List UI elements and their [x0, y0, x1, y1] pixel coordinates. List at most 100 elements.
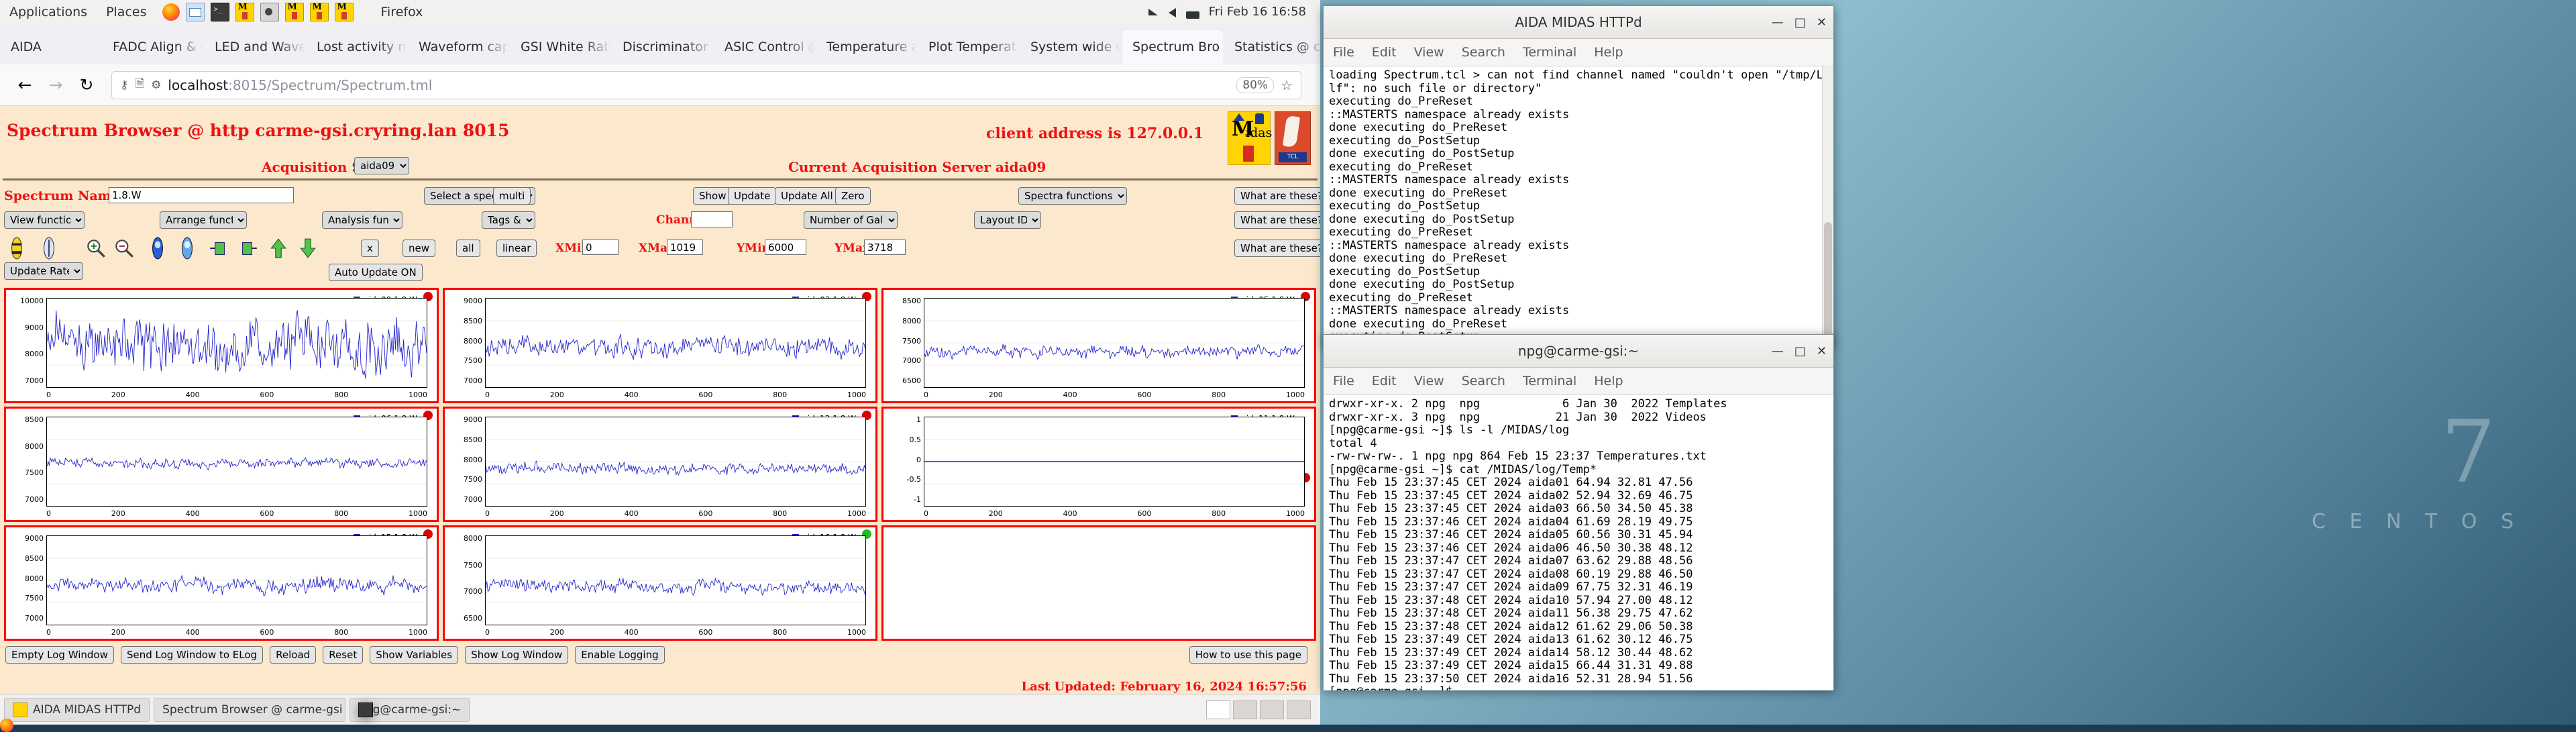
- number-of-galleries-dropdown[interactable]: Number of Galleries: [804, 211, 898, 229]
- xmax-input[interactable]: [667, 240, 703, 255]
- power-icon[interactable]: [1186, 11, 1199, 19]
- address-bar[interactable]: ⚷ 🗎 ⚙ localhost:8015/Spectrum/Spectrum.t…: [111, 71, 1301, 99]
- arrange-functions-dropdown[interactable]: Arrange functions: [160, 211, 247, 229]
- zoom-in-icon[interactable]: [85, 237, 107, 260]
- what-are-these-button-1[interactable]: What are these?: [1234, 187, 1320, 205]
- send-log-to-elog-button[interactable]: Send Log Window to ELog: [121, 646, 263, 664]
- menu-search[interactable]: Search: [1462, 45, 1505, 60]
- plot-cell-aida13[interactable]: aida13 1.8.W 9000 8500 8000 7500 7000 0 …: [443, 407, 877, 522]
- reset-button[interactable]: Reset: [323, 646, 363, 664]
- plot-canvas[interactable]: [46, 417, 427, 507]
- tab-spectrum-browser[interactable]: Spectrum Bro ×: [1122, 30, 1224, 64]
- plot-cell-aida06[interactable]: aida06 1.8.W 8500 8000 7500 7000 0 200 4…: [4, 407, 439, 522]
- what-are-these-button-2[interactable]: What are these?: [1234, 211, 1320, 229]
- terminal-titlebar[interactable]: AIDA MIDAS HTTPd — □ ✕: [1324, 6, 1833, 39]
- zoom-level-badge[interactable]: 80%: [1236, 77, 1274, 93]
- plot-canvas[interactable]: [924, 417, 1305, 507]
- minimize-icon[interactable]: —: [1772, 15, 1784, 30]
- analysis-functions-dropdown[interactable]: Analysis functions: [322, 211, 402, 229]
- spectra-functions-dropdown[interactable]: Spectra functions: [1018, 187, 1127, 205]
- files-icon[interactable]: [186, 3, 205, 21]
- taskbar-item-httpd[interactable]: AIDA MIDAS HTTPd: [4, 698, 150, 722]
- tab-discriminator[interactable]: Discriminator co: [612, 30, 714, 64]
- tab-led-waveform[interactable]: LED and Wavefo: [204, 30, 306, 64]
- menu-view[interactable]: View: [1414, 45, 1444, 60]
- view-functions-dropdown[interactable]: View functions: [4, 211, 85, 229]
- channel-input[interactable]: [691, 211, 733, 227]
- empty-log-window-button[interactable]: Empty Log Window: [5, 646, 114, 664]
- tab-plot-temperature[interactable]: Plot Temperatur: [918, 30, 1020, 64]
- minimize-icon[interactable]: —: [1772, 344, 1784, 358]
- plot-canvas[interactable]: [485, 417, 866, 507]
- close-icon[interactable]: ✕: [1817, 344, 1827, 358]
- plot-canvas[interactable]: [485, 535, 866, 625]
- focused-app-label[interactable]: Firefox: [371, 0, 432, 24]
- shift-left-icon[interactable]: [208, 237, 231, 260]
- tab-aida[interactable]: AIDA: [0, 30, 102, 64]
- midas-icon[interactable]: [285, 3, 304, 21]
- network-icon[interactable]: [1148, 6, 1161, 18]
- menu-view[interactable]: View: [1414, 374, 1444, 388]
- show-button[interactable]: Show: [693, 187, 732, 205]
- menu-search[interactable]: Search: [1462, 374, 1505, 388]
- menu-terminal[interactable]: Terminal: [1523, 45, 1576, 60]
- arrow-up-icon[interactable]: [267, 237, 290, 260]
- tab-statistics[interactable]: Statistics @ car: [1224, 30, 1326, 64]
- reload-icon[interactable]: ↻: [71, 70, 102, 101]
- maximize-icon[interactable]: □: [1794, 344, 1806, 358]
- shield-icon[interactable]: ⚷: [120, 79, 128, 92]
- menu-file[interactable]: File: [1333, 45, 1354, 60]
- workspace-4[interactable]: [1287, 700, 1311, 719]
- tab-lost-activity[interactable]: Lost activity mo: [306, 30, 408, 64]
- zero-button[interactable]: Zero: [835, 187, 871, 205]
- midas-icon[interactable]: [335, 3, 354, 21]
- terminal-icon[interactable]: [211, 3, 229, 21]
- tab-temperature[interactable]: Temperature an: [816, 30, 918, 64]
- workspace-2[interactable]: [1233, 700, 1257, 719]
- forward-icon[interactable]: →: [40, 70, 71, 101]
- menu-applications[interactable]: Applications: [0, 0, 97, 24]
- update-rate-dropdown[interactable]: Update Rate (4 secs): [4, 262, 83, 280]
- auto-update-button[interactable]: Auto Update ON: [329, 264, 423, 281]
- update-all-button[interactable]: Update All: [775, 187, 839, 205]
- menu-file[interactable]: File: [1333, 374, 1354, 388]
- what-are-these-button-3[interactable]: What are these?: [1234, 240, 1320, 257]
- firefox-icon[interactable]: [162, 3, 180, 21]
- menu-edit[interactable]: Edit: [1372, 374, 1397, 388]
- menu-terminal[interactable]: Terminal: [1523, 374, 1576, 388]
- zoom-out-icon[interactable]: [113, 237, 136, 260]
- plot-canvas[interactable]: [46, 535, 427, 625]
- reload-button[interactable]: Reload: [270, 646, 316, 664]
- volume-icon[interactable]: [1167, 6, 1179, 18]
- update-button[interactable]: Update: [728, 187, 776, 205]
- pointer-lightblue-icon[interactable]: [176, 237, 199, 260]
- terminal-window-httpd[interactable]: AIDA MIDAS HTTPd — □ ✕ File Edit View Se…: [1323, 5, 1834, 346]
- workspace-3[interactable]: [1260, 700, 1284, 719]
- show-log-window-button[interactable]: Show Log Window: [465, 646, 568, 664]
- close-icon[interactable]: ✕: [1817, 15, 1827, 30]
- all-button[interactable]: all: [456, 240, 480, 257]
- bookmark-icon[interactable]: ☆: [1281, 77, 1293, 93]
- terminal-scrollbar[interactable]: [1822, 65, 1833, 346]
- plot-cell-aida09[interactable]: aida09 1.8.W 10000 9000 8000 7000 0 200 …: [4, 288, 439, 403]
- tab-fadc-align[interactable]: FADC Align & C: [102, 30, 204, 64]
- maximize-icon[interactable]: □: [1794, 15, 1806, 30]
- tab-system-wide[interactable]: System wide Ch: [1020, 30, 1122, 64]
- arrow-down-icon[interactable]: [297, 237, 319, 260]
- plot-canvas[interactable]: [485, 298, 866, 388]
- ymax-input[interactable]: [864, 240, 906, 255]
- x-axis-button[interactable]: x: [361, 240, 379, 257]
- terminal-titlebar[interactable]: npg@carme-gsi:~ — □ ✕: [1324, 335, 1833, 368]
- acquisition-server-select[interactable]: aida09: [354, 157, 409, 174]
- midas-icon[interactable]: [235, 3, 254, 21]
- menu-edit[interactable]: Edit: [1372, 45, 1397, 60]
- page-icon[interactable]: 🗎: [135, 75, 144, 95]
- tab-asic-control[interactable]: ASIC Control @: [714, 30, 816, 64]
- permissions-icon[interactable]: ⚙: [151, 79, 161, 92]
- new-button[interactable]: new: [402, 240, 435, 257]
- terminal-window-shell[interactable]: npg@carme-gsi:~ — □ ✕ File Edit View Sea…: [1323, 334, 1834, 690]
- screenshot-icon[interactable]: [260, 3, 279, 21]
- multi-button[interactable]: multi: [493, 187, 531, 205]
- layout-id-dropdown[interactable]: Layout ID=7: [974, 211, 1041, 229]
- show-variables-button[interactable]: Show Variables: [370, 646, 458, 664]
